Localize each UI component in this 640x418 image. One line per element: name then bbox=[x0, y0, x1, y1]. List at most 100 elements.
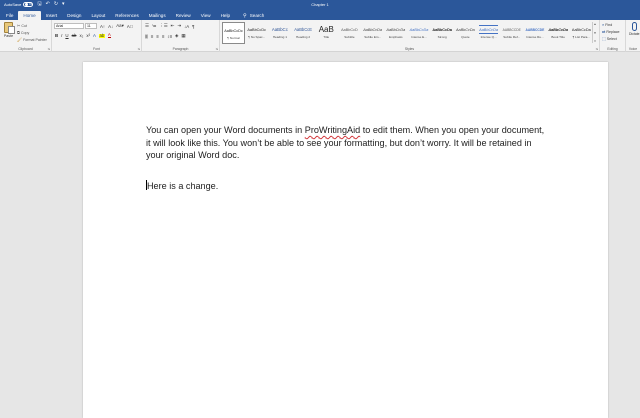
replace-button[interactable]: ⇄ Replace bbox=[602, 29, 620, 34]
style-intense-quote[interactable]: AaBbCcDa Intense Q... bbox=[477, 22, 500, 44]
increase-indent-icon[interactable]: ⇥ bbox=[177, 23, 181, 29]
search-icon: ⚲ bbox=[243, 12, 247, 19]
dictate-button[interactable]: Dictate bbox=[629, 22, 640, 36]
dialog-launcher-icon[interactable]: ⇲ bbox=[137, 47, 140, 51]
tab-insert[interactable]: Insert bbox=[41, 11, 63, 20]
document-paragraph[interactable]: Here is a change. bbox=[146, 180, 546, 193]
shrink-font-icon[interactable]: A↓ bbox=[108, 24, 113, 29]
copy-button[interactable]: ⧉ Copy bbox=[17, 30, 29, 35]
undo-icon[interactable]: ↶ bbox=[46, 2, 50, 7]
tab-home[interactable]: Home bbox=[18, 11, 41, 20]
autosave-toggle[interactable]: Off bbox=[23, 2, 34, 7]
redo-icon[interactable]: ↻ bbox=[54, 2, 58, 7]
find-button[interactable]: ⌕ Find bbox=[602, 22, 612, 27]
dialog-launcher-icon[interactable]: ⇲ bbox=[215, 47, 218, 51]
style-intense-emphasis[interactable]: AaBbCcDa Intense E... bbox=[408, 22, 431, 44]
tab-mailings[interactable]: Mailings bbox=[144, 11, 171, 20]
tab-help[interactable]: Help bbox=[216, 11, 235, 20]
justify-icon[interactable]: ≡ bbox=[162, 34, 165, 39]
align-left-icon[interactable]: ≡ bbox=[145, 33, 148, 39]
highlight-icon[interactable]: ab bbox=[98, 33, 105, 38]
tab-review[interactable]: Review bbox=[171, 11, 196, 20]
more-styles-icon[interactable]: ▾ bbox=[594, 39, 596, 43]
style-list-paragraph[interactable]: AaBbCcDa ¶ List Para... bbox=[570, 22, 593, 44]
style-emphasis[interactable]: AaBbCcDa Emphasis bbox=[384, 22, 407, 44]
strikethrough-icon[interactable]: ab bbox=[72, 33, 77, 38]
style-subtitle[interactable]: AaBbCcD Subtitle bbox=[338, 22, 361, 44]
chevron-down-icon[interactable]: ▼ bbox=[594, 31, 597, 35]
subscript-icon[interactable]: x₂ bbox=[79, 33, 83, 38]
style-intense-reference[interactable]: AABBCCDE Intense Re... bbox=[523, 22, 546, 44]
style-no-spacing[interactable]: AaBbCcDc ¶ No Spac... bbox=[245, 22, 268, 44]
toggle-knob bbox=[25, 3, 28, 6]
text-effects-icon[interactable]: A bbox=[93, 33, 96, 38]
select-icon: ⬚ bbox=[602, 36, 606, 41]
italic-icon[interactable]: I bbox=[61, 33, 62, 38]
shading-icon[interactable]: ◈ bbox=[175, 33, 178, 39]
style-subtle-reference[interactable]: AABBCCDE Subtle Ref... bbox=[500, 22, 523, 44]
cut-label: Cut bbox=[21, 23, 27, 28]
style-preview: AaBbCcDa bbox=[386, 27, 406, 32]
style-preview: AaBbCcDa bbox=[548, 27, 568, 32]
find-icon: ⌕ bbox=[602, 22, 605, 27]
chevron-up-icon[interactable]: ▲ bbox=[594, 22, 597, 26]
save-icon[interactable]: 🖫 bbox=[37, 2, 41, 7]
show-marks-icon[interactable]: ¶ bbox=[192, 24, 194, 29]
style-heading-1[interactable]: AaBbCc Heading 1 bbox=[268, 22, 291, 44]
numbering-icon[interactable]: ≔ bbox=[152, 23, 156, 29]
tab-design[interactable]: Design bbox=[62, 11, 86, 20]
font-group-label: Font bbox=[93, 47, 100, 51]
paste-button[interactable]: Paste bbox=[2, 22, 15, 42]
styles-gallery: AaBbCcDc ¶ Normal AaBbCcDc ¶ No Spac... … bbox=[222, 22, 593, 44]
line-spacing-icon[interactable]: ↕≡ bbox=[167, 34, 172, 39]
select-button[interactable]: ⬚ Select bbox=[602, 36, 617, 41]
paintbrush-icon: 🖌 bbox=[17, 37, 23, 42]
dialog-launcher-icon[interactable]: ⇲ bbox=[595, 47, 598, 51]
cut-button[interactable]: ✂ Cut bbox=[17, 23, 27, 28]
style-book-title[interactable]: AaBbCcDa Book Title bbox=[547, 22, 570, 44]
font-name-field[interactable]: Arial bbox=[54, 23, 84, 29]
font-size-field[interactable]: 11 bbox=[85, 23, 97, 29]
style-name: Heading 1 bbox=[272, 35, 287, 39]
style-heading-2[interactable]: AaBbCcE Heading 2 bbox=[292, 22, 315, 44]
tab-view[interactable]: View bbox=[196, 11, 216, 20]
search-box[interactable]: ⚲ Search bbox=[243, 11, 264, 20]
style-name: Quote bbox=[461, 35, 470, 39]
grow-font-icon[interactable]: A↑ bbox=[100, 24, 105, 29]
sort-icon[interactable]: ↓A bbox=[184, 24, 189, 29]
bold-icon[interactable]: B bbox=[55, 33, 58, 38]
style-name: Subtle Em... bbox=[364, 35, 382, 39]
decrease-indent-icon[interactable]: ⇤ bbox=[171, 23, 175, 29]
document-title: Chapter 1 bbox=[311, 2, 329, 7]
tab-layout[interactable]: Layout bbox=[86, 11, 110, 20]
change-case-icon[interactable]: Aa▾ bbox=[116, 23, 124, 29]
borders-icon[interactable]: ▦ bbox=[181, 33, 185, 39]
tab-references[interactable]: References bbox=[110, 11, 144, 20]
tab-file[interactable]: File bbox=[0, 11, 18, 20]
font-size-controls: A↑ A↓ Aa▾ A⃠ bbox=[100, 23, 136, 29]
bullets-icon[interactable]: ☰ bbox=[145, 23, 149, 29]
style-subtle-emphasis[interactable]: AaBbCcDa Subtle Em... bbox=[361, 22, 384, 44]
font-color-icon[interactable]: A bbox=[107, 32, 111, 38]
multilevel-list-icon[interactable]: ⋮☰ bbox=[159, 23, 167, 29]
style-strong[interactable]: AaBbCcDa Strong bbox=[431, 22, 454, 44]
style-title[interactable]: AaB Title bbox=[315, 22, 338, 44]
customize-toolbar-icon[interactable]: ▾ bbox=[62, 2, 65, 7]
editing-group: ⌕ Find ⇄ Replace ⬚ Select Editing bbox=[600, 20, 626, 52]
document-page[interactable]: You can open your Word documents in ProW… bbox=[83, 62, 608, 418]
copy-label: Copy bbox=[20, 30, 30, 35]
dialog-launcher-icon[interactable]: ⇲ bbox=[47, 47, 50, 51]
find-label: Find bbox=[605, 22, 613, 27]
align-right-icon[interactable]: ≡ bbox=[156, 34, 159, 39]
style-name: ¶ Normal bbox=[227, 36, 240, 40]
scissors-icon: ✂ bbox=[17, 23, 21, 28]
style-normal[interactable]: AaBbCcDc ¶ Normal bbox=[222, 22, 245, 44]
clear-formatting-icon[interactable]: A⃠ bbox=[127, 24, 133, 29]
align-center-icon[interactable]: ≡ bbox=[151, 34, 154, 39]
superscript-icon[interactable]: x² bbox=[86, 33, 90, 38]
format-painter-button[interactable]: 🖌 Format Painter bbox=[17, 37, 47, 42]
style-quote[interactable]: AaBbCcDa Quote bbox=[454, 22, 477, 44]
document-paragraph[interactable]: You can open your Word documents in ProW… bbox=[146, 124, 546, 162]
misspelled-word[interactable]: ProWritingAid bbox=[305, 125, 360, 135]
underline-icon[interactable]: U bbox=[65, 33, 68, 38]
